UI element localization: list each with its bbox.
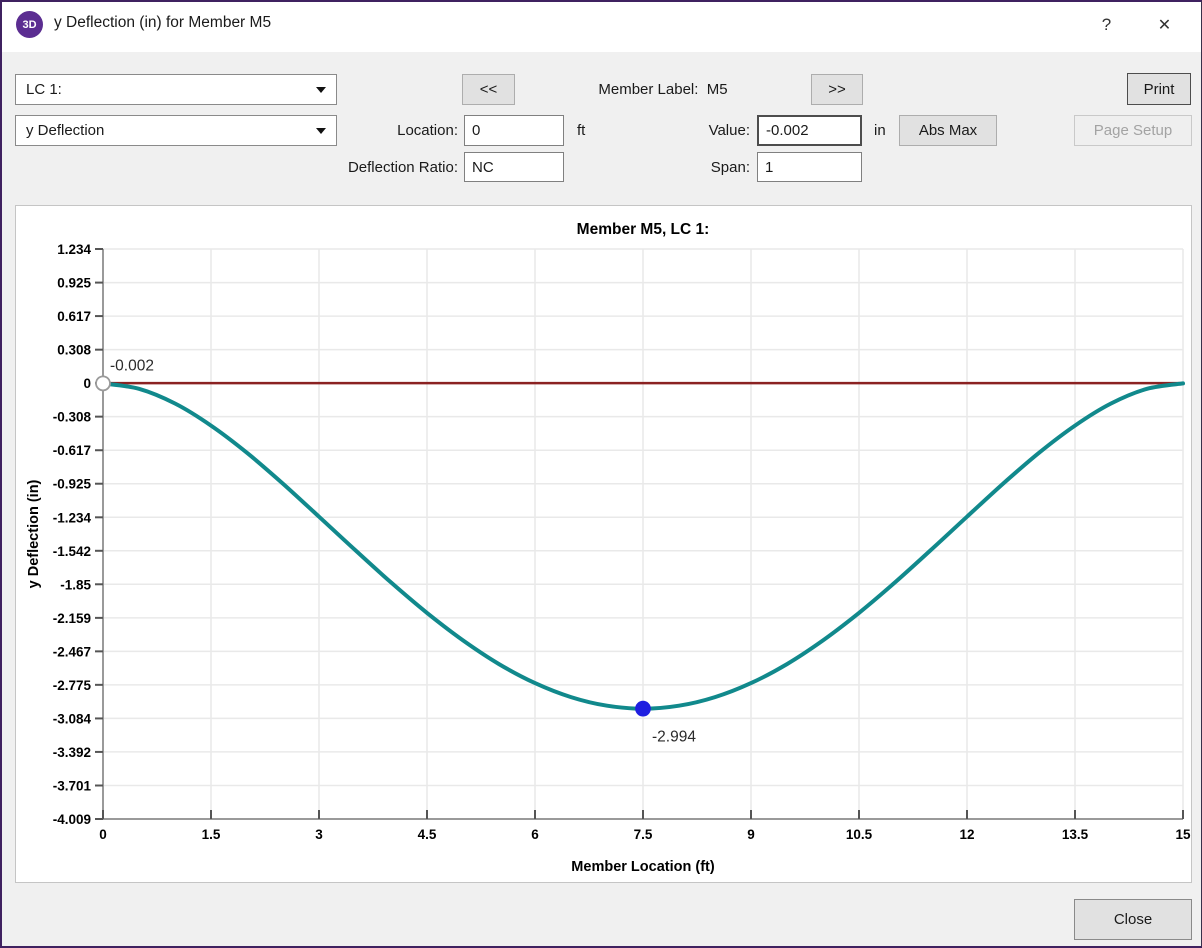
y-tick-label: -1.234 (53, 510, 92, 525)
origin-value-marker[interactable] (96, 376, 110, 390)
y-tick-label: -1.85 (60, 577, 91, 592)
annotation-label: -0.002 (110, 357, 154, 374)
deflection-ratio-input[interactable] (464, 152, 564, 182)
y-axis-label: y Deflection (in) (26, 479, 42, 588)
x-tick-label: 15 (1175, 827, 1191, 842)
location-label: Location: (342, 115, 458, 146)
y-tick-label: -3.701 (53, 779, 92, 794)
dialog-window: 3D y Deflection (in) for Member M5 ? ✕ L… (0, 0, 1202, 948)
y-tick-label: 0.925 (57, 276, 91, 291)
x-tick-label: 6 (531, 827, 539, 842)
x-tick-label: 1.5 (202, 827, 221, 842)
y-tick-label: 0.617 (57, 309, 91, 324)
value-unit: in (874, 115, 898, 146)
y-tick-label: -3.392 (53, 745, 91, 760)
next-member-button[interactable]: >> (811, 74, 863, 105)
deflection-chart: 0 1.5 3 4.5 6 7.5 9 10.5 12 13.5 15 1.234 0.925 0.617… (16, 206, 1191, 882)
location-input[interactable] (464, 115, 564, 146)
value-label: Value: (642, 115, 750, 146)
x-tick-label: 7.5 (634, 827, 653, 842)
y-tick-label: 1.234 (57, 242, 91, 257)
value-input[interactable] (757, 115, 862, 146)
y-tick-label: -3.084 (53, 711, 92, 726)
abs-max-button[interactable]: Abs Max (899, 115, 997, 146)
location-unit: ft (577, 115, 607, 146)
result-type-dropdown[interactable]: y Deflection (15, 115, 337, 146)
member-value: M5 (707, 81, 728, 98)
x-tick-label: 13.5 (1062, 827, 1089, 842)
y-tick-label: -2.467 (53, 644, 91, 659)
title-bar: 3D y Deflection (in) for Member M5 ? ✕ (2, 2, 1201, 52)
prev-member-button[interactable]: << (462, 74, 515, 105)
print-button[interactable]: Print (1127, 73, 1191, 105)
y-tick-label: -0.617 (53, 443, 91, 458)
chart-title: Member M5, LC 1: (577, 221, 710, 238)
y-tick-label: -1.542 (53, 544, 91, 559)
x-tick-label: 12 (959, 827, 974, 842)
y-tick-label: -2.159 (53, 611, 91, 626)
x-axis-label: Member Location (ft) (571, 859, 715, 875)
result-type-value: y Deflection (26, 122, 104, 139)
y-tick-label: -0.925 (53, 477, 92, 492)
span-label: Span: (642, 152, 750, 183)
span-input[interactable] (757, 152, 862, 182)
y-tick-label: -4.009 (53, 812, 91, 827)
deflection-ratio-label: Deflection Ratio: (282, 152, 458, 183)
x-tick-label: 3 (315, 827, 323, 842)
app-logo-icon: 3D (16, 11, 43, 38)
chevron-down-icon (316, 87, 326, 93)
close-button[interactable]: Close (1074, 899, 1192, 940)
x-tick-label: 0 (99, 827, 107, 842)
y-tick-label: -0.308 (53, 410, 92, 425)
window-title: y Deflection (in) for Member M5 (54, 14, 271, 32)
x-tick-label: 10.5 (846, 827, 873, 842)
y-tick-label: 0 (83, 376, 91, 391)
member-label: Member Label: (598, 81, 698, 98)
chevron-down-icon (316, 128, 326, 134)
load-combo-value: LC 1: (26, 81, 62, 98)
close-icon[interactable]: ✕ (1142, 2, 1187, 48)
chart-panel: 0 1.5 3 4.5 6 7.5 9 10.5 12 13.5 15 1.234 0.925 0.617… (15, 205, 1192, 883)
page-setup-button: Page Setup (1074, 115, 1192, 146)
x-tick-label: 4.5 (418, 827, 437, 842)
load-combo-dropdown[interactable]: LC 1: (15, 74, 337, 105)
x-tick-label: 9 (747, 827, 755, 842)
annotation-label: -2.994 (652, 729, 696, 746)
help-icon[interactable]: ? (1084, 2, 1129, 48)
y-tick-label: 0.308 (57, 343, 91, 358)
member-label-group: Member Label: M5 (515, 74, 811, 105)
max-value-marker[interactable] (636, 702, 650, 716)
y-tick-label: -2.775 (53, 678, 92, 693)
